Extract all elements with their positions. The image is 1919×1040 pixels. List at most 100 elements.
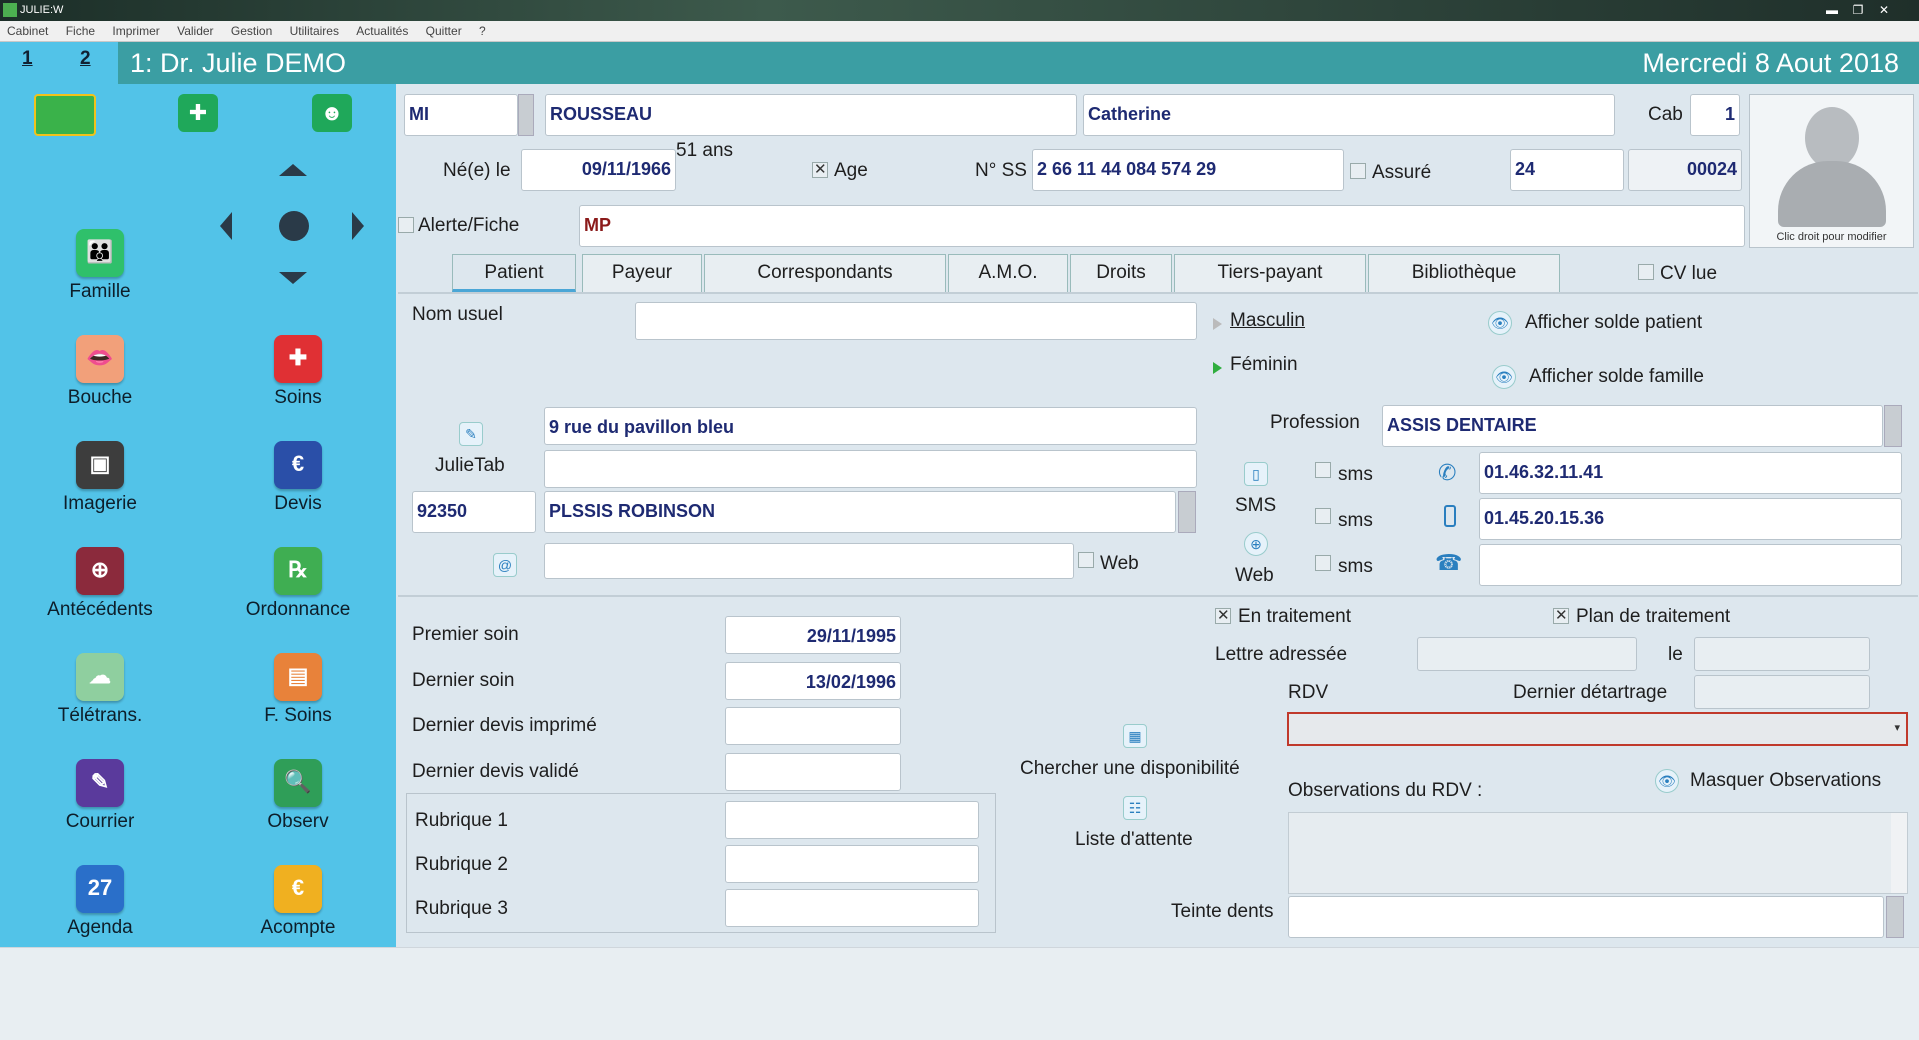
teinte-dropdown-handle[interactable] — [1886, 896, 1904, 938]
tab-patient[interactable]: Patient — [452, 254, 576, 292]
eye-icon[interactable]: 👁 — [1655, 769, 1679, 793]
session-tab-1[interactable]: 1 — [22, 48, 33, 70]
add-patient-icon[interactable]: ✚ — [178, 94, 218, 132]
patient-photo[interactable]: Clic droit pour modifier — [1749, 94, 1914, 248]
observations-textarea[interactable] — [1288, 812, 1908, 894]
tab-correspondants[interactable]: Correspondants — [704, 254, 946, 292]
sidebar-item-teletrans[interactable]: ☁ Télétrans. — [20, 653, 180, 727]
liste-label[interactable]: Liste d'attente — [1075, 829, 1193, 851]
lettre-date-field[interactable] — [1694, 637, 1870, 671]
sidebar-item-agenda[interactable]: 27 Agenda — [20, 865, 180, 939]
number-field-2[interactable]: 00024 — [1628, 149, 1742, 191]
calendar-search-icon[interactable]: ▦ — [1123, 724, 1147, 748]
phone2-field[interactable]: 01.45.20.15.36 — [1479, 498, 1902, 540]
tab-droits[interactable]: Droits — [1070, 254, 1172, 292]
teinte-field[interactable] — [1288, 896, 1884, 938]
sidebar-item-bouche[interactable]: 👄 Bouche — [20, 335, 180, 409]
age-checkbox[interactable] — [812, 160, 828, 178]
alert-field[interactable]: MP — [579, 205, 1745, 247]
edit-icon[interactable]: ✎ — [459, 422, 483, 446]
rubrique1-field[interactable] — [725, 801, 979, 839]
rubrique3-field[interactable] — [725, 889, 979, 927]
close-button[interactable]: ✕ — [1872, 2, 1896, 18]
title-dropdown-handle[interactable] — [518, 94, 534, 136]
email-field[interactable] — [544, 543, 1074, 579]
sidebar-item-observ[interactable]: 🔍 Observ — [218, 759, 378, 833]
title-field[interactable]: MI — [404, 94, 518, 136]
nav-center-icon[interactable] — [279, 211, 309, 241]
city-field[interactable]: PLSSIS ROBINSON — [544, 491, 1176, 533]
eye-icon[interactable]: 👁 — [1488, 311, 1512, 335]
sidebar-item-famille[interactable]: 👪 Famille — [20, 229, 180, 303]
julietab-label[interactable]: JulieTab — [435, 455, 505, 477]
sidebar-item-imagerie[interactable]: ▣ Imagerie — [20, 441, 180, 515]
nav-down-icon[interactable] — [279, 272, 307, 284]
feminin-label[interactable]: Féminin — [1230, 354, 1298, 376]
menu-fiche[interactable]: Fiche — [59, 21, 102, 38]
rubrique2-field[interactable] — [725, 845, 979, 883]
sidebar-item-courrier[interactable]: ✎ Courrier — [20, 759, 180, 833]
menu-quitter[interactable]: Quitter — [419, 21, 469, 38]
menu-actualites[interactable]: Actualités — [349, 21, 415, 38]
rdv-select[interactable]: ▾ — [1287, 712, 1908, 746]
restore-button[interactable]: ❐ — [1846, 2, 1870, 18]
en-traitement-checkbox[interactable] — [1215, 606, 1231, 624]
web-globe-icon[interactable]: ⊕ — [1244, 532, 1268, 556]
address-line2-field[interactable] — [544, 450, 1197, 488]
vitale-card-icon[interactable] — [34, 94, 96, 136]
web-checkbox[interactable] — [1078, 552, 1094, 568]
sidebar-item-fsoins[interactable]: ▤ F. Soins — [218, 653, 378, 727]
nav-right-icon[interactable] — [352, 212, 364, 240]
menu-utilitaires[interactable]: Utilitaires — [283, 21, 346, 38]
firstname-field[interactable]: Catherine — [1083, 94, 1615, 136]
devis-imprime-field[interactable] — [725, 707, 901, 745]
alert-checkbox[interactable] — [398, 217, 414, 233]
phone1-field[interactable]: 01.46.32.11.41 — [1479, 452, 1902, 494]
chercher-label[interactable]: Chercher une disponibilité — [1020, 758, 1240, 780]
feminin-radio[interactable] — [1213, 362, 1222, 374]
address-line1-field[interactable]: 9 rue du pavillon bleu — [544, 407, 1197, 445]
city-dropdown-handle[interactable] — [1178, 491, 1196, 533]
patient-icon[interactable]: ☻ — [312, 94, 352, 132]
lettre-field[interactable] — [1417, 637, 1637, 671]
devis-valide-field[interactable] — [725, 753, 901, 791]
premier-soin-field[interactable]: 29/11/1995 — [725, 616, 901, 654]
ss-field[interactable]: 2 66 11 44 084 574 29 — [1032, 149, 1344, 191]
tab-tiers-payant[interactable]: Tiers-payant — [1174, 254, 1366, 292]
menu-valider[interactable]: Valider — [170, 21, 220, 38]
nav-left-icon[interactable] — [220, 212, 232, 240]
profession-field[interactable]: ASSIS DENTAIRE — [1382, 405, 1883, 447]
sms-checkbox-3[interactable] — [1315, 555, 1331, 571]
sms-label[interactable]: SMS — [1235, 495, 1276, 517]
sms-phone-icon[interactable]: ▯ — [1244, 462, 1268, 486]
cv-checkbox[interactable] — [1638, 264, 1654, 280]
sms-checkbox-1[interactable] — [1315, 462, 1331, 478]
sms-checkbox-2[interactable] — [1315, 508, 1331, 524]
minimize-button[interactable]: ▬ — [1820, 2, 1844, 18]
menu-help[interactable]: ? — [472, 21, 493, 38]
phone3-field[interactable] — [1479, 544, 1902, 586]
nom-usuel-field[interactable] — [635, 302, 1197, 340]
eye-icon[interactable]: 👁 — [1492, 365, 1516, 389]
solde-patient-label[interactable]: Afficher solde patient — [1525, 312, 1702, 334]
sidebar-item-devis[interactable]: € Devis — [218, 441, 378, 515]
masquer-label[interactable]: Masquer Observations — [1690, 770, 1881, 792]
tab-amo[interactable]: A.M.O. — [948, 254, 1068, 292]
waiting-list-icon[interactable]: ☷ — [1123, 796, 1147, 820]
plan-checkbox[interactable] — [1553, 606, 1569, 624]
tab-payeur[interactable]: Payeur — [582, 254, 702, 292]
observations-scrollbar[interactable] — [1891, 813, 1907, 893]
detartrage-field[interactable] — [1694, 675, 1870, 709]
dernier-soin-field[interactable]: 13/02/1996 — [725, 662, 901, 700]
number-field-1[interactable]: 24 — [1510, 149, 1624, 191]
session-tab-2[interactable]: 2 — [80, 48, 91, 70]
lastname-field[interactable]: ROUSSEAU — [545, 94, 1077, 136]
menu-gestion[interactable]: Gestion — [224, 21, 279, 38]
sidebar-item-acompte[interactable]: € Acompte — [218, 865, 378, 939]
insured-checkbox[interactable] — [1350, 163, 1366, 179]
sidebar-item-soins[interactable]: ✚ Soins — [218, 335, 378, 409]
sidebar-item-ordonnance[interactable]: ℞ Ordonnance — [218, 547, 378, 621]
solde-famille-label[interactable]: Afficher solde famille — [1529, 366, 1704, 388]
menu-cabinet[interactable]: Cabinet — [0, 21, 55, 38]
masculin-radio[interactable] — [1213, 318, 1222, 330]
